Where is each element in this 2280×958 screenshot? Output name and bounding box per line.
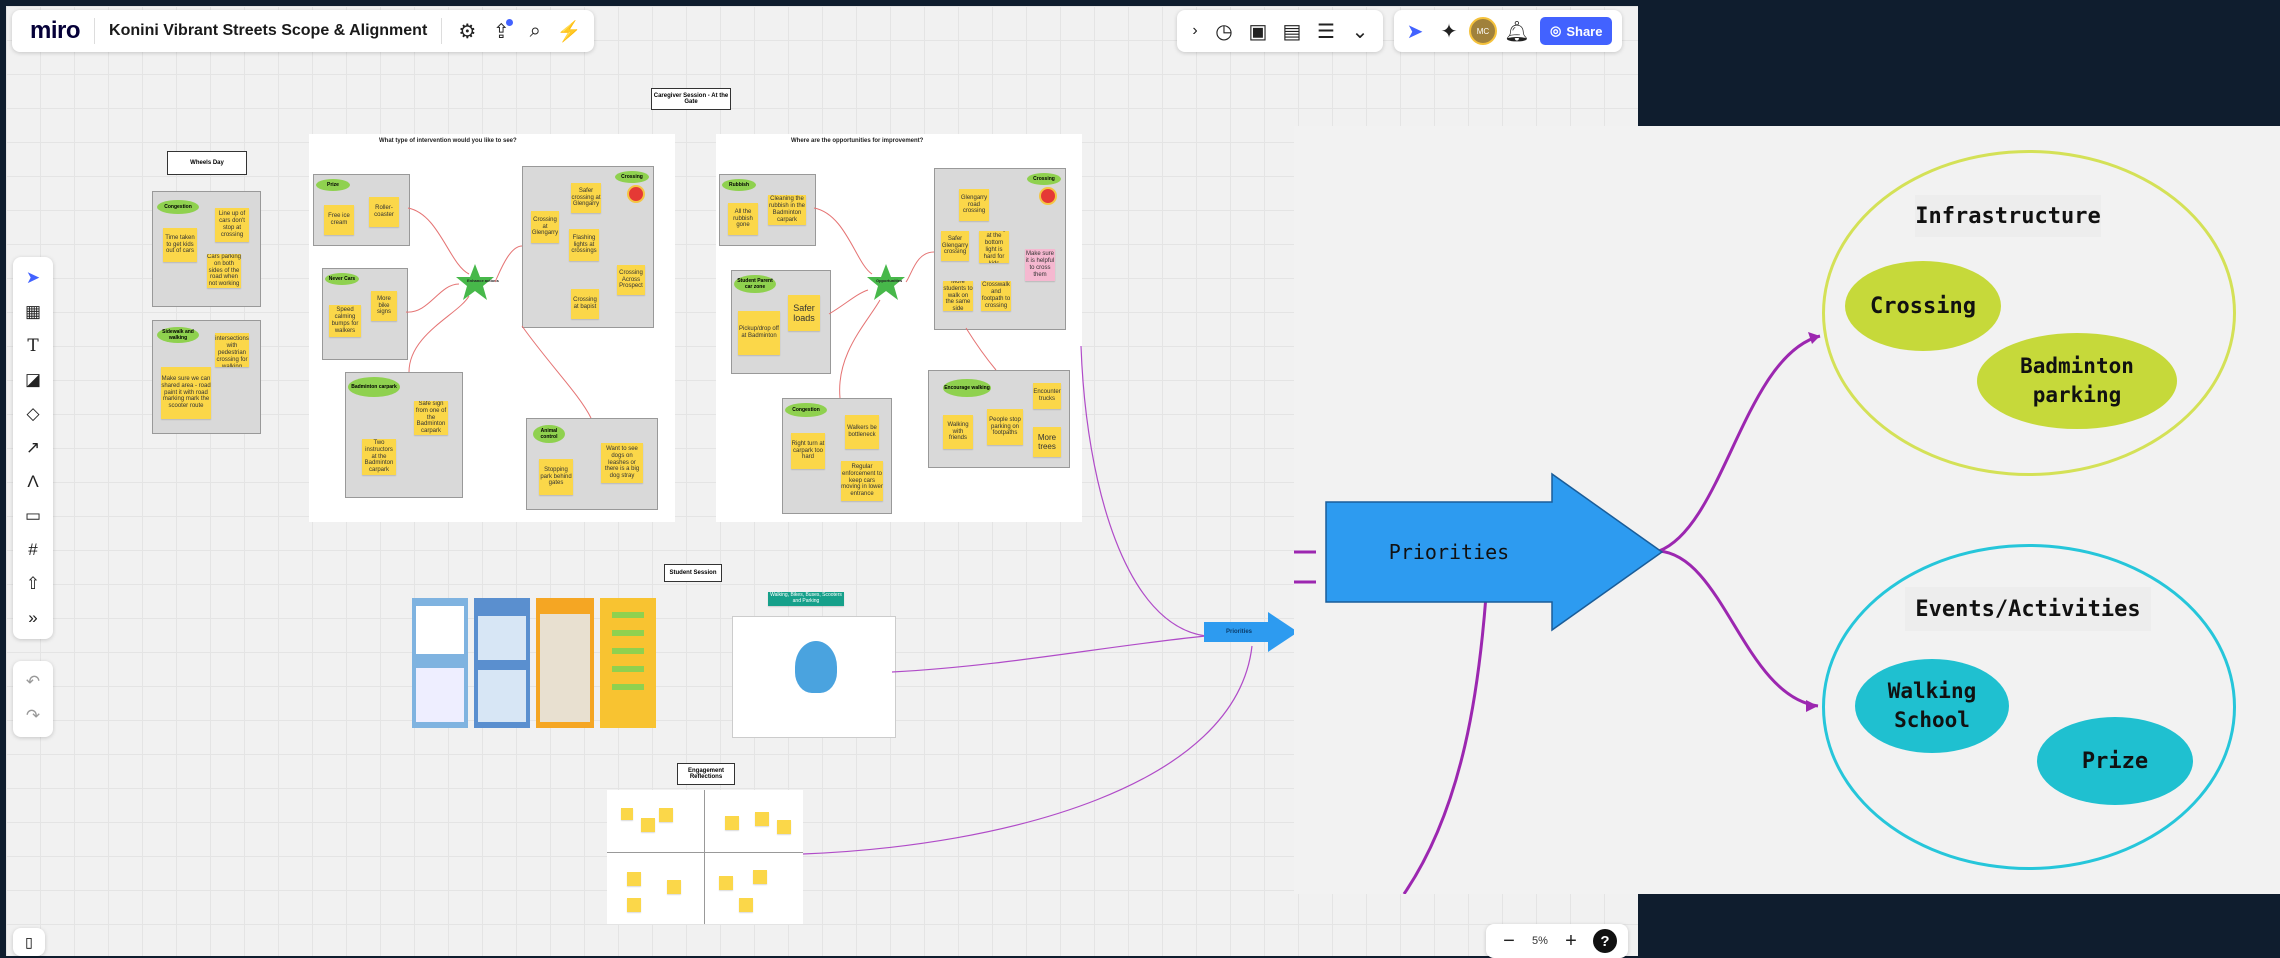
infrastructure-group[interactable]: Infrastructure Crossing Badminton parkin… bbox=[1822, 150, 2236, 476]
notification-dot bbox=[506, 19, 514, 26]
reactions-icon[interactable]: ✦ bbox=[1432, 14, 1466, 48]
priorities-small-arrow[interactable]: Priorities bbox=[1204, 610, 1300, 654]
bell-icon[interactable]: 🔔︎ bbox=[1500, 14, 1534, 48]
help-icon[interactable]: ? bbox=[1588, 924, 1622, 958]
badminton-parking-item[interactable]: Badminton parking bbox=[1977, 333, 2177, 429]
zoom-in-icon[interactable]: + bbox=[1554, 924, 1588, 958]
search-icon[interactable]: ⌕ bbox=[518, 14, 552, 48]
frame-icon[interactable]: # bbox=[15, 533, 51, 567]
zoom-controls: − 5% + ? bbox=[1486, 924, 1628, 958]
timer-icon[interactable]: ◷ bbox=[1207, 14, 1241, 48]
walking-school-item[interactable]: Walking School bbox=[1855, 659, 2009, 753]
notes-icon[interactable]: ☰ bbox=[1309, 14, 1343, 48]
events-group[interactable]: Events/Activities Walking School Prize bbox=[1822, 544, 2236, 870]
comment-icon[interactable]: ▭ bbox=[15, 499, 51, 533]
undo-icon[interactable]: ↶ bbox=[15, 665, 51, 699]
undo-redo-toolbar: ↶ ↷ bbox=[13, 661, 53, 737]
upload-tool-icon[interactable]: ⇧ bbox=[15, 567, 51, 601]
crossing-item[interactable]: Crossing bbox=[1845, 261, 2001, 351]
zoom-out-icon[interactable]: − bbox=[1492, 924, 1526, 958]
zoom-level[interactable]: 5% bbox=[1526, 935, 1554, 947]
select-icon[interactable]: ➤ bbox=[15, 261, 51, 295]
video-icon[interactable]: ▣ bbox=[1241, 14, 1275, 48]
share-label: Share bbox=[1566, 23, 1603, 39]
infrastructure-label: Infrastructure bbox=[1915, 195, 2101, 237]
connection-line-icon[interactable]: ↗ bbox=[15, 431, 51, 465]
priorities-arrow[interactable]: Priorities bbox=[1324, 472, 1664, 632]
prize-item[interactable]: Prize bbox=[2037, 717, 2193, 805]
board-title[interactable]: Konini Vibrant Streets Scope & Alignment bbox=[94, 18, 443, 44]
share-button[interactable]: ◎ Share bbox=[1540, 17, 1613, 45]
text-icon[interactable]: T bbox=[15, 329, 51, 363]
priorities-label: Priorities bbox=[1388, 540, 1510, 564]
chevron-double-down-icon[interactable]: ⌄ bbox=[1343, 14, 1377, 48]
cursor-icon[interactable]: ➤ bbox=[1398, 14, 1432, 48]
redo-icon[interactable]: ↷ bbox=[15, 699, 51, 733]
comment-board-icon[interactable]: ▤ bbox=[1275, 14, 1309, 48]
avatar-initials: MC bbox=[1469, 17, 1497, 45]
mindmap-zoom-view[interactable]: Priorities Infrastructure Crossing Badmi… bbox=[1294, 126, 2280, 894]
miro-logo[interactable]: miro bbox=[12, 17, 94, 45]
user-panel: ➤ ✦ MC 🔔︎ ◎ Share bbox=[1394, 10, 1623, 52]
events-label: Events/Activities bbox=[1905, 587, 2151, 631]
tools-toolbar: ➤ ▦ T ◪ ◇ ↗ Ʌ ▭ # ⇧ » bbox=[13, 257, 53, 639]
board-header-panel: miro Konini Vibrant Streets Scope & Alig… bbox=[12, 10, 595, 52]
shapes-icon[interactable]: ◇ bbox=[15, 397, 51, 431]
arrow-label: Priorities bbox=[1226, 629, 1253, 635]
templates-icon[interactable]: ▦ bbox=[15, 295, 51, 329]
globe-icon: ◎ bbox=[1550, 23, 1562, 38]
magic-icon[interactable]: ⚡ bbox=[552, 14, 586, 48]
collaboration-panel: › ◷ ▣ ▤ ☰ ⌄ bbox=[1177, 10, 1383, 52]
pen-icon[interactable]: Ʌ bbox=[15, 465, 51, 499]
sticky-note-icon[interactable]: ◪ bbox=[15, 363, 51, 397]
upload-icon[interactable]: ⇪ bbox=[484, 14, 518, 48]
settings-icon[interactable]: ⚙ bbox=[450, 14, 484, 48]
chevron-right-icon[interactable]: › bbox=[1183, 14, 1207, 48]
more-tools-icon[interactable]: » bbox=[15, 601, 51, 635]
frames-panel-toggle[interactable]: ▯ bbox=[13, 928, 45, 956]
avatar[interactable]: MC bbox=[1466, 14, 1500, 48]
